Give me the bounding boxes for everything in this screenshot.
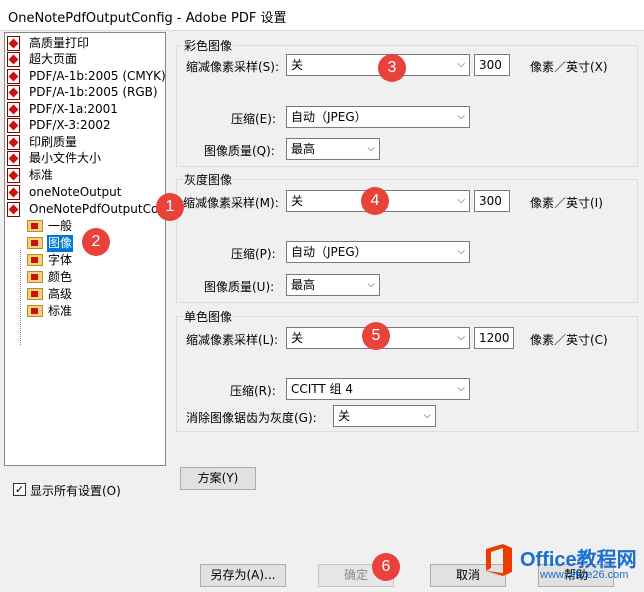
folder-icon xyxy=(27,288,43,300)
gray-downsample-label: 缩减像素采样(M): xyxy=(183,196,279,210)
mono-antialias-label: 消除图像锯齿为灰度(G): xyxy=(186,411,317,425)
color-downsample-label: 缩减像素采样(S): xyxy=(186,60,280,74)
folder-icon xyxy=(27,220,43,232)
save-as-button[interactable]: 另存为(A)... xyxy=(200,564,286,587)
mono-ppi-unit: 像素／英寸(C) xyxy=(530,333,608,347)
show-all-label[interactable]: 显示所有设置(O) xyxy=(30,482,121,499)
pdf-settings-icon xyxy=(7,135,20,150)
pdf-settings-icon xyxy=(7,52,20,67)
pdf-settings-icon xyxy=(7,151,20,166)
chevron-down-icon: ⌵ xyxy=(367,279,375,290)
gray-ppi-unit: 像素／英寸(I) xyxy=(530,196,603,210)
chevron-down-icon: ⌵ xyxy=(457,246,465,257)
chevron-down-icon: ⌵ xyxy=(457,111,465,122)
annotation-badge-1: 1 xyxy=(156,193,184,221)
chevron-down-icon: ⌵ xyxy=(457,59,465,70)
pdf-settings-icon xyxy=(7,185,20,200)
annotation-badge-6: 6 xyxy=(372,553,400,581)
folder-icon xyxy=(27,305,43,317)
annotation-badge-2: 2 xyxy=(82,228,110,256)
tree-connector xyxy=(20,250,21,345)
annotation-badge-4: 4 xyxy=(361,187,389,215)
gray-quality-label: 图像质量(U): xyxy=(204,280,275,294)
window-title: OneNotePdfOutputConfig - Adobe PDF 设置 xyxy=(8,11,287,26)
annotation-badge-5: 5 xyxy=(362,322,390,350)
folder-icon xyxy=(27,237,43,249)
color-compression-label: 压缩(E): xyxy=(231,112,276,126)
pdf-settings-icon xyxy=(7,168,20,183)
scheme-button[interactable]: 方案(Y) xyxy=(180,467,256,490)
show-all-checkbox[interactable]: ✓ xyxy=(13,483,26,496)
watermark-title: Office教程网 xyxy=(520,549,637,571)
color-quality-label: 图像质量(Q): xyxy=(204,144,275,158)
color-images-title: 彩色图像 xyxy=(183,37,234,54)
color-quality-select[interactable]: 最高 ⌵ xyxy=(286,138,380,160)
color-ppi-unit: 像素／英寸(X) xyxy=(530,60,608,74)
gray-quality-select[interactable]: 最高 ⌵ xyxy=(286,274,380,296)
pdf-settings-icon xyxy=(7,118,20,133)
chevron-down-icon: ⌵ xyxy=(457,383,465,394)
gray-ppi-input[interactable]: 300 xyxy=(474,190,510,212)
mono-compression-label: 压缩(R): xyxy=(230,384,276,398)
color-ppi-input[interactable]: 300 xyxy=(474,54,510,76)
pdf-settings-icon xyxy=(7,85,20,100)
pdf-settings-icon xyxy=(7,102,20,117)
mono-ppi-input[interactable]: 1200 xyxy=(474,327,514,349)
mono-images-title: 单色图像 xyxy=(183,308,234,325)
gray-compression-label: 压缩(P): xyxy=(231,247,276,261)
watermark: Office教程网 www.office26.com xyxy=(482,540,642,590)
office-logo-icon xyxy=(486,544,512,576)
color-compression-select[interactable]: 自动（JPEG） ⌵ xyxy=(286,106,470,128)
pdf-settings-icon xyxy=(7,36,20,51)
gray-compression-select[interactable]: 自动（JPEG） ⌵ xyxy=(286,241,470,263)
folder-icon xyxy=(27,254,43,266)
gray-images-title: 灰度图像 xyxy=(183,171,234,188)
pdf-settings-icon xyxy=(7,202,20,217)
chevron-down-icon: ⌵ xyxy=(423,410,431,421)
mono-antialias-select[interactable]: 关 ⌵ xyxy=(333,405,436,427)
window-title-bar: OneNotePdfOutputConfig - Adobe PDF 设置 xyxy=(0,0,644,31)
annotation-badge-3: 3 xyxy=(378,54,406,82)
watermark-url: www.office26.com xyxy=(540,569,629,581)
mono-compression-select[interactable]: CCITT 组 4 ⌵ xyxy=(286,378,470,400)
chevron-down-icon: ⌵ xyxy=(367,143,375,154)
mono-downsample-label: 缩减像素采样(L): xyxy=(186,333,279,347)
pdf-settings-icon xyxy=(7,69,20,84)
folder-icon xyxy=(27,271,43,283)
chevron-down-icon: ⌵ xyxy=(457,332,465,343)
chevron-down-icon: ⌵ xyxy=(457,195,465,206)
